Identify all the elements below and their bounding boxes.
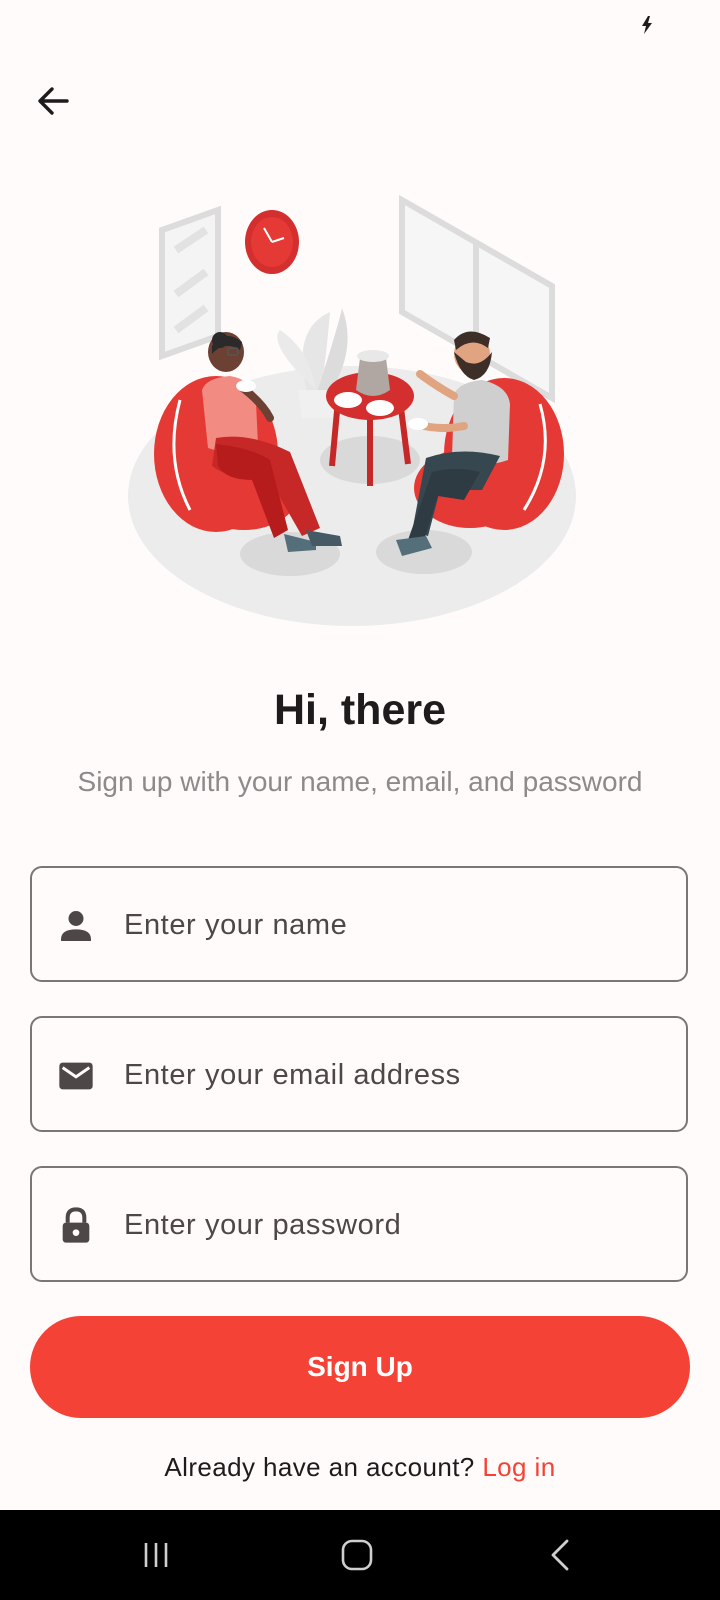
login-link[interactable]: Log in	[482, 1452, 555, 1482]
back-chevron-icon	[551, 1539, 569, 1571]
login-prompt-text: Already have an account?	[164, 1452, 475, 1482]
name-input[interactable]	[122, 868, 666, 982]
login-prompt: Already have an account? Log in	[0, 1452, 720, 1483]
email-field[interactable]	[30, 1016, 688, 1132]
email-input[interactable]	[122, 1018, 666, 1132]
name-field[interactable]	[30, 866, 688, 982]
password-field[interactable]	[30, 1166, 688, 1282]
charging-bolt-icon	[642, 16, 652, 34]
page-subtitle: Sign up with your name, email, and passw…	[77, 766, 643, 797]
password-input[interactable]	[122, 1168, 666, 1282]
lock-icon	[62, 1207, 90, 1243]
status-bar	[0, 0, 720, 52]
recents-icon	[144, 1543, 168, 1567]
home-button[interactable]	[327, 1530, 387, 1580]
recents-button[interactable]	[126, 1530, 186, 1580]
mail-icon	[59, 1062, 93, 1090]
home-icon	[341, 1539, 373, 1571]
arrow-left-icon	[38, 87, 69, 115]
system-navigation-bar	[0, 1510, 720, 1600]
person-icon	[61, 911, 91, 941]
sign-up-button[interactable]: Sign Up	[30, 1316, 690, 1418]
page-title: Hi, there	[273, 686, 447, 734]
nav-back-button[interactable]	[530, 1530, 590, 1580]
people-chatting-illustration	[128, 194, 576, 626]
back-button[interactable]	[28, 76, 78, 126]
